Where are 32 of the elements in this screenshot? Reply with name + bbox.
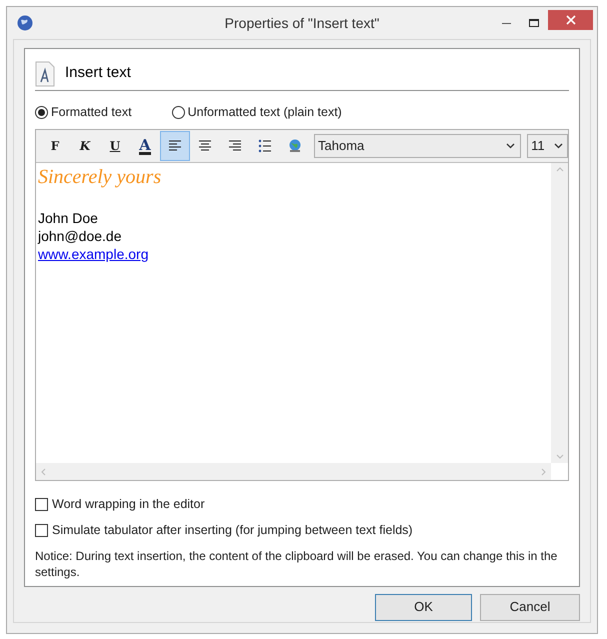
window-title: Properties of "Insert text" bbox=[224, 14, 380, 33]
document-letter-icon bbox=[35, 60, 55, 86]
italic-button[interactable]: K bbox=[70, 131, 100, 161]
globe-icon bbox=[17, 15, 33, 31]
script-text: Sincerely yours bbox=[38, 165, 162, 189]
notice-text: Notice: During text insertion, the content of the clipboard will be erased. You can change this in the settings. bbox=[35, 548, 558, 580]
radio-label[interactable]: Unformatted text (plain text) bbox=[188, 102, 342, 122]
globe-icon bbox=[287, 138, 303, 154]
align-left-button[interactable] bbox=[160, 131, 190, 161]
bullet-list-icon bbox=[257, 138, 273, 154]
color-button[interactable]: A bbox=[130, 131, 160, 161]
radio-button[interactable] bbox=[35, 106, 48, 118]
text-line: john@doe.de bbox=[38, 227, 123, 245]
checkbox[interactable] bbox=[35, 498, 48, 511]
chevron-down-icon bbox=[554, 143, 563, 149]
checkbox[interactable] bbox=[35, 524, 48, 537]
font-dropdown[interactable]: Tahoma bbox=[314, 134, 522, 158]
link[interactable]: www.example.org bbox=[38, 245, 148, 263]
radio-button[interactable] bbox=[172, 106, 185, 118]
underline-button[interactable]: U bbox=[100, 131, 130, 161]
text-line: John Doe bbox=[38, 209, 99, 227]
close-icon bbox=[566, 15, 576, 25]
radio-label[interactable]: Formatted text bbox=[51, 102, 132, 122]
checkbox-label[interactable]: Simulate tabulator after inserting (for jumping between text fields) bbox=[52, 520, 413, 540]
close-button[interactable] bbox=[548, 10, 593, 30]
bold-button[interactable]: F bbox=[40, 131, 70, 161]
chevron-down-icon bbox=[506, 143, 516, 149]
cancel-button[interactable]: Cancel bbox=[480, 594, 580, 620]
section-title: Insert text bbox=[65, 63, 131, 84]
size-dropdown[interactable]: 11 bbox=[527, 134, 568, 158]
checkbox-label[interactable]: Word wrapping in the editor bbox=[52, 495, 205, 514]
ok-button[interactable]: OK bbox=[375, 594, 472, 620]
